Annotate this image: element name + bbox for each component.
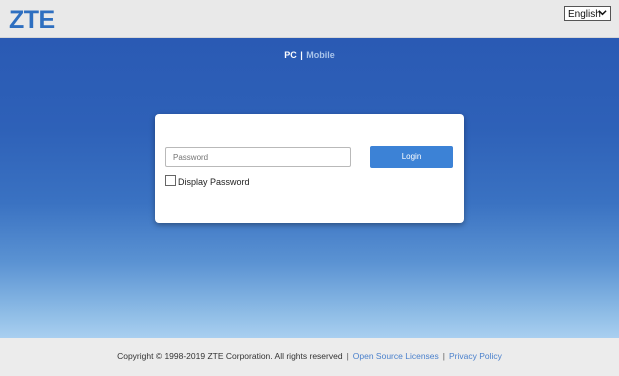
- privacy-policy-link[interactable]: Privacy Policy: [449, 351, 502, 361]
- display-password-row: Display Password: [165, 175, 250, 187]
- copyright-text: Copyright © 1998-2019 ZTE Corporation. A…: [117, 351, 343, 361]
- login-card: Login Display Password: [155, 114, 464, 223]
- pc-view-link[interactable]: PC: [284, 50, 297, 60]
- mobile-view-link[interactable]: Mobile: [306, 50, 335, 60]
- chevron-down-icon: [598, 8, 607, 20]
- footer-text: Copyright © 1998-2019 ZTE Corporation. A…: [0, 351, 619, 361]
- view-switcher: PC | Mobile: [0, 50, 619, 60]
- open-source-licenses-link[interactable]: Open Source Licenses: [353, 351, 439, 361]
- password-input[interactable]: [165, 147, 351, 167]
- login-button[interactable]: Login: [370, 146, 453, 168]
- hero-background: PC | Mobile Login Display Password: [0, 38, 619, 338]
- login-page: ZTE English PC | Mobile Login Display Pa…: [0, 0, 619, 376]
- language-selected-value: English: [568, 9, 601, 20]
- footer-separator: |: [346, 351, 349, 361]
- footer: Copyright © 1998-2019 ZTE Corporation. A…: [0, 338, 619, 376]
- display-password-label: Display Password: [178, 177, 250, 187]
- display-password-checkbox[interactable]: [165, 175, 176, 186]
- switcher-separator: |: [300, 50, 303, 60]
- footer-separator: |: [442, 351, 445, 361]
- zte-logo: ZTE: [9, 6, 55, 34]
- top-header: ZTE English: [0, 0, 619, 38]
- language-select[interactable]: English: [564, 6, 611, 21]
